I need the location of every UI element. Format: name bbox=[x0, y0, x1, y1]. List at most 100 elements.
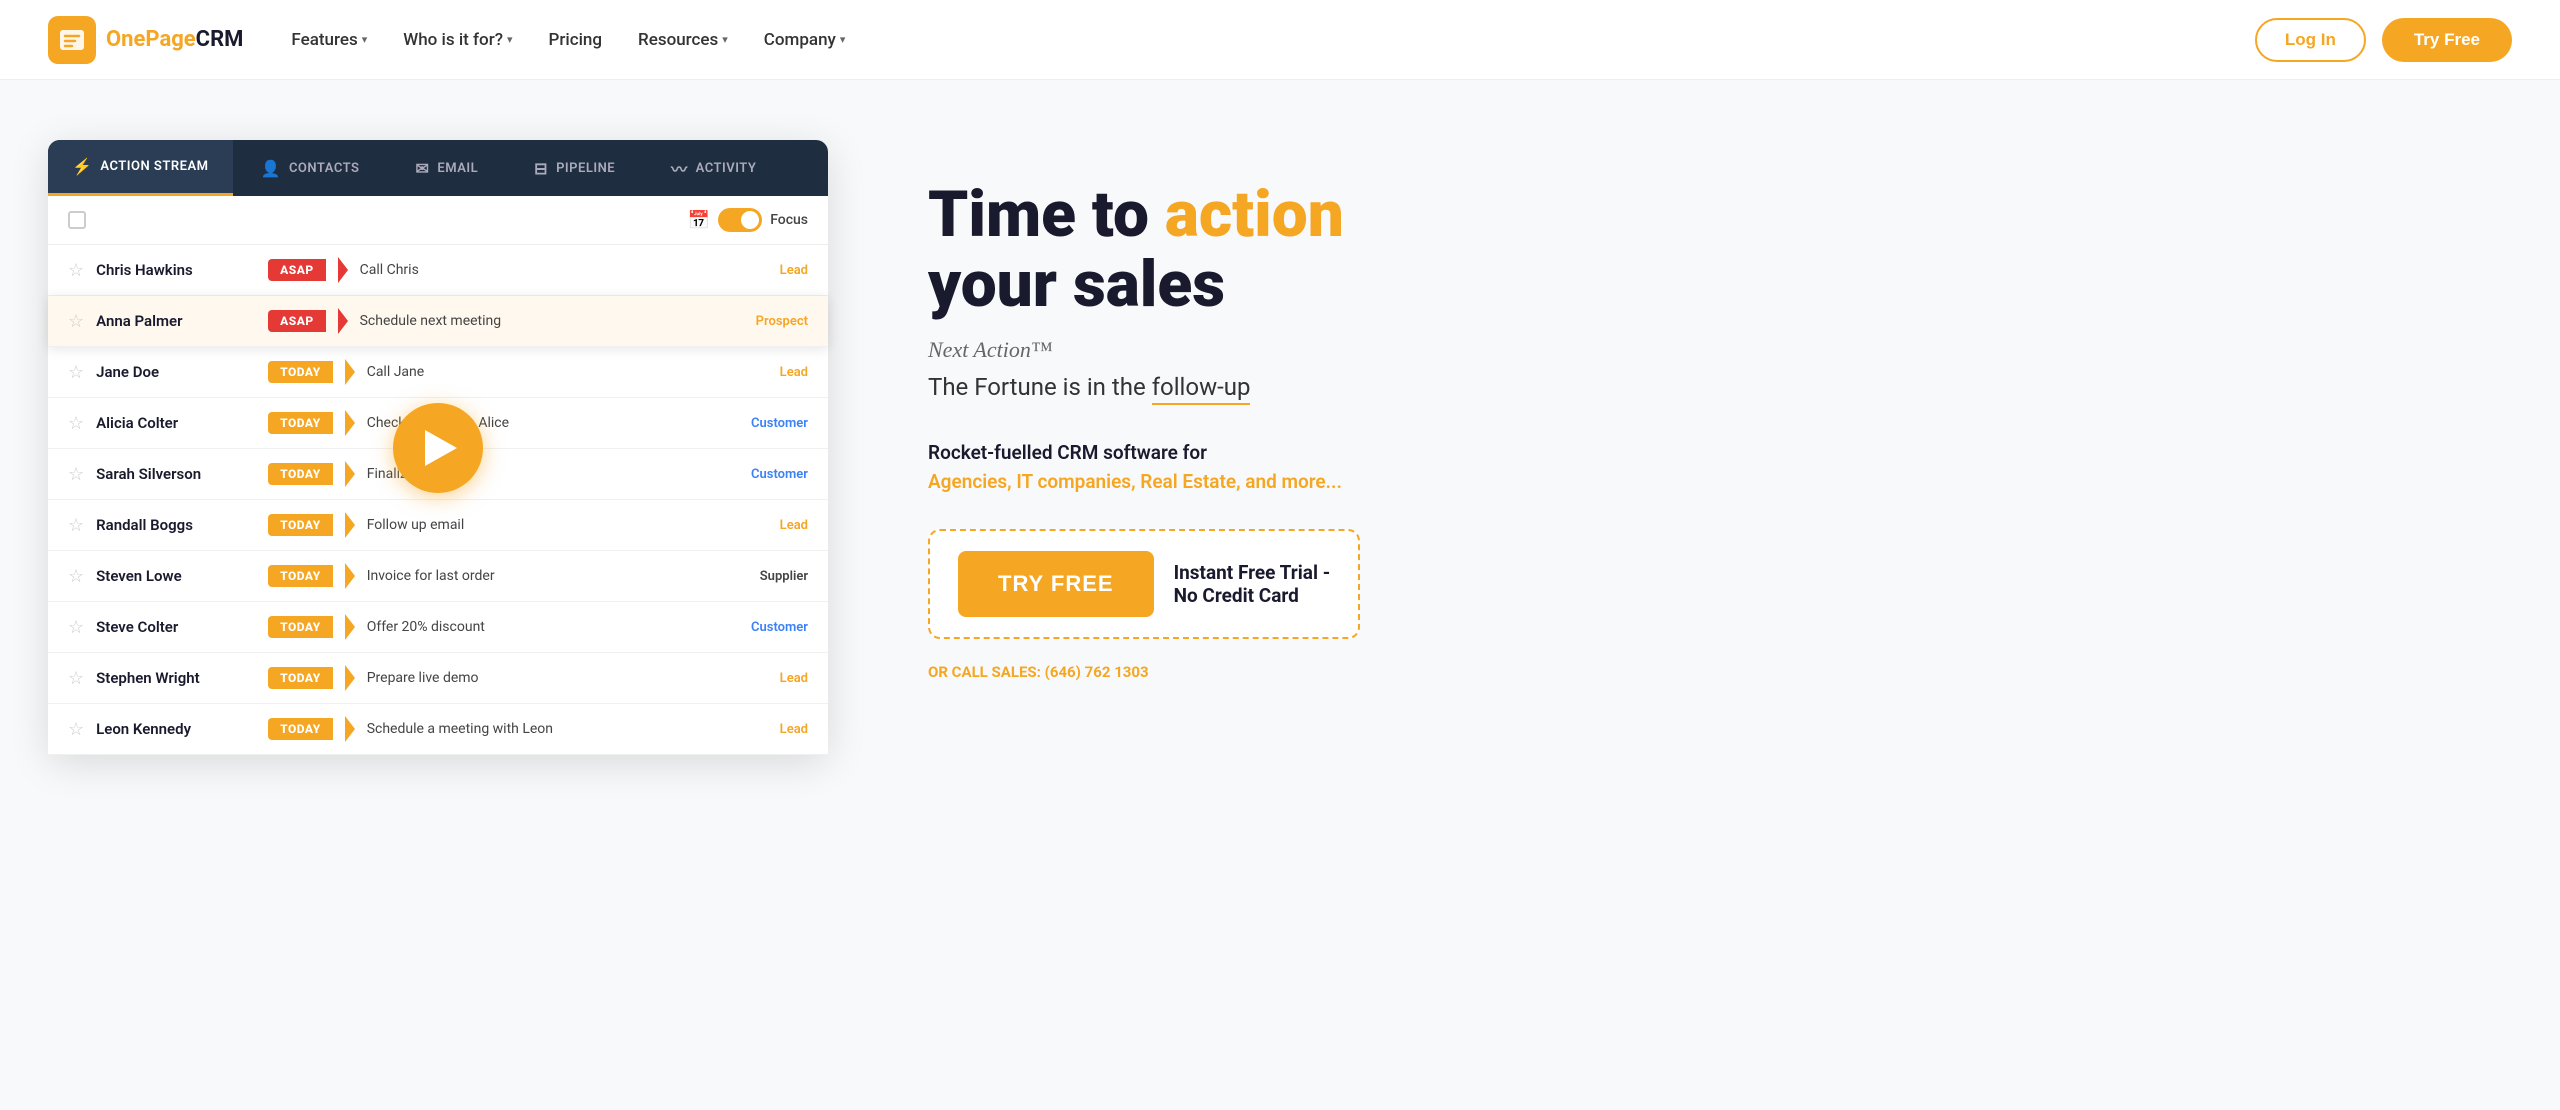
rocket-types: Agencies, IT companies, Real Estate, and… bbox=[928, 470, 2512, 493]
table-row[interactable]: ☆ Chris Hawkins ASAP Call Chris Lead bbox=[48, 245, 828, 296]
focus-toggle: 📅 Focus bbox=[688, 208, 808, 232]
contact-name: Stephen Wright bbox=[96, 669, 256, 687]
chevron-down-icon: ▾ bbox=[507, 33, 513, 46]
play-triangle-icon bbox=[425, 430, 457, 466]
tab-email[interactable]: ✉ EMAIL bbox=[387, 140, 506, 196]
star-icon[interactable]: ☆ bbox=[68, 515, 84, 536]
star-icon[interactable]: ☆ bbox=[68, 260, 84, 281]
hero-section: ⚡ ACTION STREAM 👤 CONTACTS ✉ EMAIL ⊟ PIP… bbox=[0, 80, 2560, 1110]
follow-up-line: The Fortune is in the follow-up bbox=[928, 373, 2512, 401]
nav-pricing[interactable]: Pricing bbox=[549, 30, 603, 50]
crm-table: ☆ Chris Hawkins ASAP Call Chris Lead ☆ A… bbox=[48, 245, 828, 755]
action-text: Offer 20% discount bbox=[367, 619, 739, 635]
star-icon[interactable]: ☆ bbox=[68, 413, 84, 434]
action-text: Prepare live demo bbox=[367, 670, 768, 686]
hero-content: Time to action your sales Next Action™ T… bbox=[928, 140, 2512, 681]
select-all-checkbox[interactable] bbox=[68, 211, 86, 229]
tag-arrow-icon bbox=[345, 716, 355, 742]
contacts-icon: 👤 bbox=[261, 159, 281, 178]
activity-icon: 〰 bbox=[671, 156, 688, 180]
next-action-label: Next Action™ bbox=[928, 337, 1052, 363]
table-row[interactable]: ☆ Steven Lowe TODAY Invoice for last ord… bbox=[48, 551, 828, 602]
tag-arrow-icon bbox=[345, 410, 355, 436]
action-text: Schedule a meeting with Leon bbox=[367, 721, 768, 737]
instant-trial-text: Instant Free Trial -No Credit Card bbox=[1174, 561, 1331, 607]
lightning-icon: ⚡ bbox=[72, 157, 92, 176]
phone-number[interactable]: (646) 762 1303 bbox=[1045, 663, 1149, 681]
call-sales: OR CALL SALES: (646) 762 1303 bbox=[928, 663, 2512, 681]
crm-mockup-wrapper: ⚡ ACTION STREAM 👤 CONTACTS ✉ EMAIL ⊟ PIP… bbox=[48, 140, 868, 755]
action-text: Invoice for last order bbox=[367, 568, 748, 584]
headline-accent: action bbox=[1165, 177, 1344, 252]
headline-part1: Time to bbox=[928, 177, 1165, 252]
table-row[interactable]: ☆ Jane Doe TODAY Call Jane Lead bbox=[48, 347, 828, 398]
tag-arrow-icon bbox=[338, 308, 348, 334]
nav-who[interactable]: Who is it for? ▾ bbox=[403, 30, 512, 50]
tag-arrow-icon bbox=[345, 563, 355, 589]
contact-type: Customer bbox=[751, 416, 808, 431]
tag-arrow-icon bbox=[345, 512, 355, 538]
table-row[interactable]: ☆ Leon Kennedy TODAY Schedule a meeting … bbox=[48, 704, 828, 755]
action-text: Follow up email bbox=[367, 517, 768, 533]
tag-arrow-icon bbox=[338, 257, 348, 283]
contact-type: Lead bbox=[780, 722, 808, 737]
contact-name: Chris Hawkins bbox=[96, 261, 256, 279]
action-text: Call Jane bbox=[367, 364, 768, 380]
star-icon[interactable]: ☆ bbox=[68, 719, 84, 740]
logo-text-part1: OnePage bbox=[106, 27, 196, 52]
try-free-nav-button[interactable]: Try Free bbox=[2382, 18, 2512, 62]
crm-topbar: ⚡ ACTION STREAM 👤 CONTACTS ✉ EMAIL ⊟ PIP… bbox=[48, 140, 828, 196]
login-button[interactable]: Log In bbox=[2255, 18, 2366, 62]
contact-type: Customer bbox=[751, 620, 808, 635]
pipeline-icon: ⊟ bbox=[534, 159, 548, 178]
priority-tag: TODAY bbox=[268, 565, 333, 587]
hero-headline: Time to action your sales bbox=[928, 180, 2512, 321]
tab-pipeline-label: PIPELINE bbox=[556, 161, 615, 176]
contact-type: Customer bbox=[751, 467, 808, 482]
tab-activity-label: ACTIVITY bbox=[696, 161, 757, 176]
table-row[interactable]: ☆ Anna Palmer ASAP Schedule next meeting… bbox=[48, 296, 828, 347]
play-button[interactable] bbox=[393, 403, 483, 493]
action-text: Call Chris bbox=[360, 262, 768, 278]
contact-type: Lead bbox=[780, 365, 808, 380]
priority-tag: TODAY bbox=[268, 667, 333, 689]
star-icon[interactable]: ☆ bbox=[68, 311, 84, 332]
email-icon: ✉ bbox=[415, 159, 429, 178]
contact-name: Jane Doe bbox=[96, 363, 256, 381]
priority-tag: TODAY bbox=[268, 412, 333, 434]
star-icon[interactable]: ☆ bbox=[68, 464, 84, 485]
star-icon[interactable]: ☆ bbox=[68, 566, 84, 587]
tab-activity[interactable]: 〰 ACTIVITY bbox=[643, 140, 784, 196]
tab-pipeline[interactable]: ⊟ PIPELINE bbox=[506, 140, 643, 196]
contact-type: Lead bbox=[780, 263, 808, 278]
star-icon[interactable]: ☆ bbox=[68, 617, 84, 638]
contact-name: Sarah Silverson bbox=[96, 465, 256, 483]
tag-arrow-icon bbox=[345, 614, 355, 640]
crm-mockup: ⚡ ACTION STREAM 👤 CONTACTS ✉ EMAIL ⊟ PIP… bbox=[48, 140, 828, 755]
logo-text: OnePageCRM bbox=[106, 27, 243, 52]
nav-company[interactable]: Company ▾ bbox=[764, 30, 846, 50]
next-action-text: Next Action™ bbox=[928, 337, 1052, 362]
priority-tag: TODAY bbox=[268, 616, 333, 638]
priority-tag: TODAY bbox=[268, 718, 333, 740]
nav-resources[interactable]: Resources ▾ bbox=[638, 30, 728, 50]
table-row[interactable]: ☆ Randall Boggs TODAY Follow up email Le… bbox=[48, 500, 828, 551]
logo[interactable]: OnePageCRM bbox=[48, 16, 243, 64]
star-icon[interactable]: ☆ bbox=[68, 362, 84, 383]
table-row[interactable]: ☆ Steve Colter TODAY Offer 20% discount … bbox=[48, 602, 828, 653]
try-free-main-button[interactable]: TRY FREE bbox=[958, 551, 1154, 617]
priority-tag: TODAY bbox=[268, 361, 333, 383]
action-text: Schedule next meeting bbox=[360, 313, 744, 329]
tab-email-label: EMAIL bbox=[437, 161, 478, 176]
star-icon[interactable]: ☆ bbox=[68, 668, 84, 689]
focus-toggle-switch[interactable] bbox=[718, 208, 762, 232]
focus-label: Focus bbox=[770, 212, 808, 228]
tab-contacts[interactable]: 👤 CONTACTS bbox=[233, 140, 388, 196]
contact-type: Lead bbox=[780, 518, 808, 533]
navbar: OnePageCRM Features ▾ Who is it for? ▾ P… bbox=[0, 0, 2560, 80]
contact-name: Leon Kennedy bbox=[96, 720, 256, 738]
nav-features[interactable]: Features ▾ bbox=[291, 30, 367, 50]
chevron-down-icon: ▾ bbox=[840, 33, 846, 46]
table-row[interactable]: ☆ Stephen Wright TODAY Prepare live demo… bbox=[48, 653, 828, 704]
tab-action-stream[interactable]: ⚡ ACTION STREAM bbox=[48, 140, 233, 196]
